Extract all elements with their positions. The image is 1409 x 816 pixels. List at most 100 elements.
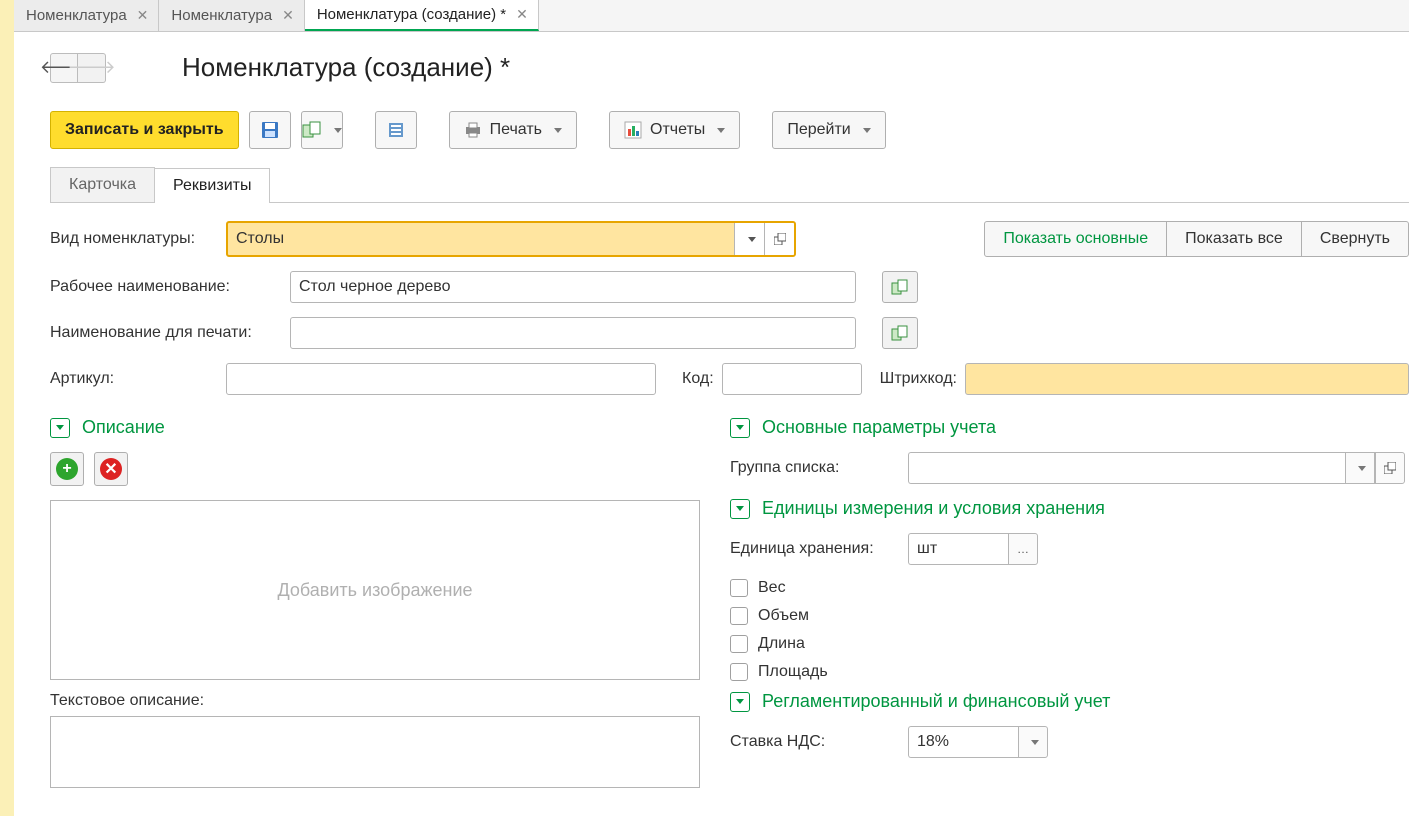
storage-unit-input[interactable] (908, 533, 1008, 565)
checkbox-icon (730, 635, 748, 653)
doc-tab-1[interactable]: Номенклатура ✕ (14, 0, 159, 31)
tab-card[interactable]: Карточка (50, 167, 155, 202)
code-input[interactable] (722, 363, 862, 395)
group-input[interactable] (908, 452, 1345, 484)
plus-icon: + (56, 458, 78, 480)
volume-checkbox-row[interactable]: Объем (730, 607, 1405, 625)
nomtype-input[interactable] (228, 223, 734, 255)
show-main-button[interactable]: Показать основные (984, 221, 1167, 257)
print-button[interactable]: Печать (449, 111, 577, 149)
printname-copy-button[interactable] (882, 317, 918, 349)
save-and-close-button[interactable]: Записать и закрыть (50, 111, 239, 149)
description-text-label: Текстовое описание: (50, 692, 700, 710)
open-icon (1384, 462, 1396, 474)
volume-label: Объем (758, 607, 809, 625)
close-icon[interactable]: ✕ (282, 7, 294, 24)
document-tabs: Номенклатура ✕ Номенклатура ✕ Номенклату… (14, 0, 1409, 32)
weight-checkbox-row[interactable]: Вес (730, 579, 1405, 597)
dropdown-icon (863, 128, 871, 133)
remove-icon: ✕ (100, 458, 122, 480)
section-regfin-label: Регламентированный и финансовый учет (762, 691, 1110, 712)
section-accounting-label: Основные параметры учета (762, 417, 996, 438)
printname-label: Наименование для печати: (50, 324, 282, 342)
print-label: Печать (490, 121, 542, 139)
doc-tab-2-label: Номенклатура (171, 7, 272, 24)
doc-tab-2[interactable]: Номенклатура ✕ (159, 0, 304, 31)
workname-copy-button[interactable] (882, 271, 918, 303)
nav-buttons: 🡐 🡒 (50, 53, 106, 83)
copy-button[interactable] (301, 111, 343, 149)
close-icon[interactable]: ✕ (137, 7, 149, 24)
barcode-input[interactable] (965, 363, 1409, 395)
open-icon (774, 233, 786, 245)
length-label: Длина (758, 635, 805, 653)
goto-label: Перейти (787, 121, 850, 139)
dropdown-icon (334, 128, 342, 133)
show-all-button[interactable]: Показать все (1166, 221, 1302, 257)
tab-props[interactable]: Реквизиты (154, 168, 270, 203)
reports-label: Отчеты (650, 121, 705, 139)
section-accounting[interactable]: Основные параметры учета (730, 417, 1405, 438)
section-description[interactable]: Описание (50, 417, 700, 438)
doc-tab-3[interactable]: Номенклатура (создание) * ✕ (305, 0, 539, 31)
nomtype-open-button[interactable] (764, 223, 794, 255)
vat-dropdown-button[interactable] (1018, 726, 1048, 758)
page-title: Номенклатура (создание) * (182, 52, 510, 83)
reports-button[interactable]: Отчеты (609, 111, 740, 149)
collapse-icon (730, 418, 750, 438)
dropdown-icon (554, 128, 562, 133)
collapse-icon (730, 692, 750, 712)
group-label: Группа списка: (730, 459, 900, 477)
nomtype-field-wrap (226, 221, 796, 257)
checkbox-icon (730, 579, 748, 597)
add-image-button[interactable]: + (50, 452, 84, 486)
app-left-stripe (0, 0, 14, 816)
section-description-label: Описание (82, 417, 165, 438)
save-button[interactable] (249, 111, 291, 149)
description-textarea[interactable] (50, 716, 700, 788)
chevron-down-icon (748, 237, 756, 242)
collapse-icon (50, 418, 70, 438)
close-icon[interactable]: ✕ (516, 6, 528, 23)
nomtype-label: Вид номенклатуры: (50, 230, 218, 248)
storage-unit-more-button[interactable]: … (1008, 533, 1038, 565)
view-segmented: Показать основные Показать все Свернуть (984, 221, 1409, 257)
chevron-down-icon (1031, 740, 1039, 745)
remove-image-button[interactable]: ✕ (94, 452, 128, 486)
collapse-icon (730, 499, 750, 519)
area-checkbox-row[interactable]: Площадь (730, 663, 1405, 681)
workname-input[interactable] (290, 271, 856, 303)
inner-tabs: Карточка Реквизиты (50, 167, 1409, 203)
collapse-button[interactable]: Свернуть (1301, 221, 1409, 257)
group-open-button[interactable] (1375, 452, 1405, 484)
image-dropzone[interactable]: Добавить изображение (50, 500, 700, 680)
weight-label: Вес (758, 579, 786, 597)
length-checkbox-row[interactable]: Длина (730, 635, 1405, 653)
barcode-label: Штрихкод: (880, 370, 957, 388)
article-input[interactable] (226, 363, 656, 395)
forward-button[interactable]: 🡒 (78, 53, 106, 83)
storage-unit-label: Единица хранения: (730, 540, 900, 558)
dropdown-icon (717, 128, 725, 133)
vat-label: Ставка НДС: (730, 733, 900, 751)
group-dropdown-button[interactable] (1345, 452, 1375, 484)
doc-tab-1-label: Номенклатура (26, 7, 127, 24)
section-regfin[interactable]: Регламентированный и финансовый учет (730, 691, 1405, 712)
vat-input[interactable] (908, 726, 1018, 758)
section-units-label: Единицы измерения и условия хранения (762, 498, 1105, 519)
save-and-close-label: Записать и закрыть (65, 121, 224, 139)
article-label: Артикул: (50, 370, 218, 388)
chevron-down-icon (1358, 466, 1366, 471)
doc-tab-3-label: Номенклатура (создание) * (317, 6, 506, 23)
section-units[interactable]: Единицы измерения и условия хранения (730, 498, 1405, 519)
code-label: Код: (682, 370, 714, 388)
checkbox-icon (730, 607, 748, 625)
printname-input[interactable] (290, 317, 856, 349)
list-button[interactable] (375, 111, 417, 149)
toolbar: Записать и закрыть Печать (50, 111, 1409, 149)
workname-label: Рабочее наименование: (50, 278, 282, 296)
image-placeholder-text: Добавить изображение (277, 580, 472, 601)
nomtype-dropdown-button[interactable] (734, 223, 764, 255)
area-label: Площадь (758, 663, 828, 681)
goto-button[interactable]: Перейти (772, 111, 885, 149)
